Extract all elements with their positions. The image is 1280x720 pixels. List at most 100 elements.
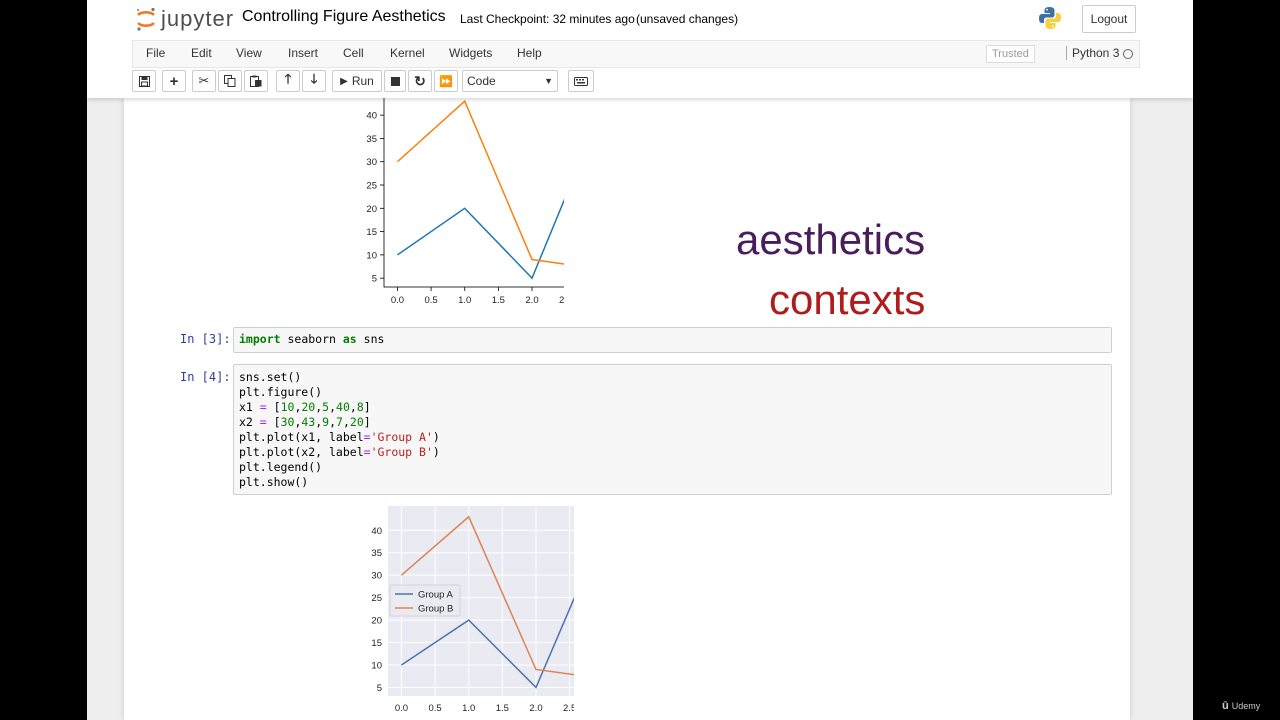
output-plot-seaborn: 510152025303540 0.00.51.01.52.02.53.03.5… (371, 506, 574, 714)
y-tick-label: 40 (366, 111, 377, 122)
code-line: plt.legend() (239, 460, 323, 474)
code-cell-input[interactable]: sns.set() plt.figure() x1 = [10,20,5,40,… (233, 364, 1112, 495)
python-logo-icon (1039, 7, 1061, 29)
restart-icon: ↻ (414, 72, 426, 89)
y-tick-label: 40 (371, 526, 382, 537)
kernel-idle-icon (1123, 49, 1133, 59)
chevron-down-icon: ▼ (544, 76, 553, 86)
cell-type-select[interactable]: Code ▼ (462, 70, 558, 92)
notebook-container: 510152025303540 0.00.51.01.52.02.53.03.5… (124, 98, 1130, 720)
y-tick-label: 30 (371, 571, 382, 582)
code-line: plt.plot(x2, label='Group B') (239, 445, 440, 459)
jupyter-logo[interactable]: jupyter (135, 5, 234, 33)
menu-file[interactable]: File (146, 46, 165, 60)
x-tick-label: 2.5 (559, 295, 564, 306)
legend-label: Group B (418, 604, 453, 615)
copy-icon (224, 75, 236, 87)
menu-edit[interactable]: Edit (191, 46, 212, 60)
code-line: x1 = [10,20,5,40,8] (239, 400, 371, 414)
y-tick-label: 30 (366, 157, 377, 168)
command-palette-button[interactable] (568, 70, 594, 92)
x-ticks: 0.00.51.01.52.02.53.03.54.0 (395, 703, 574, 714)
x-tick-label: 1.5 (492, 295, 505, 306)
udemy-watermark: ū Udemy (1222, 700, 1260, 712)
logout-button[interactable]: Logout (1082, 5, 1136, 33)
udemy-label: Udemy (1231, 701, 1261, 711)
y-ticks: 5 10 15 20 25 30 35 40 (366, 111, 384, 285)
menu-insert[interactable]: Insert (288, 46, 318, 60)
udemy-logo-icon: ū (1222, 700, 1229, 712)
kw-as: as (342, 332, 357, 346)
autosave-status: (unsaved changes) (636, 12, 739, 26)
arrow-up-icon: 🡑 (284, 71, 292, 86)
legend: Group A Group B (389, 584, 461, 617)
run-button[interactable]: ▶ Run (332, 70, 382, 92)
slide-word-aesthetics: aesthetics (736, 216, 926, 263)
move-down-button[interactable]: 🡓 (302, 70, 326, 92)
axes-frame (383, 98, 564, 288)
save-button[interactable] (132, 70, 156, 92)
output-plot-classic: 510152025303540 0.00.51.01.52.02.53.03.5… (366, 98, 564, 306)
x-ticks: 0.00.51.01.52.02.53.03.54.0 (391, 287, 564, 306)
slide-word-contexts: contexts (769, 276, 926, 323)
cell-type-value: Code (467, 74, 496, 88)
x-tick-label: 2.5 (563, 703, 574, 714)
cell-prompt: In [3]: (180, 332, 231, 346)
menu-kernel[interactable]: Kernel (390, 46, 425, 60)
code-line: sns.set() (239, 370, 302, 384)
legend-label: Group A (418, 590, 454, 601)
y-tick-label: 25 (371, 593, 382, 604)
y-tick-label: 15 (366, 227, 377, 238)
paste-button[interactable] (244, 70, 268, 92)
y-tick-label: 35 (371, 548, 382, 559)
menu-view[interactable]: View (236, 46, 262, 60)
interrupt-button[interactable] (384, 70, 406, 92)
insert-cell-button[interactable]: + (162, 70, 186, 92)
cut-button[interactable]: ✂ (192, 70, 216, 92)
y-tick-label: 35 (366, 134, 377, 145)
code-line: import seaborn as sns (239, 332, 385, 346)
move-up-button[interactable]: 🡑 (276, 70, 300, 92)
save-icon (138, 75, 150, 87)
y-tick-label: 5 (377, 683, 382, 694)
notebook-title[interactable]: Controlling Figure Aesthetics (242, 8, 446, 26)
menu-widgets[interactable]: Widgets (449, 46, 492, 60)
keyboard-icon (574, 76, 588, 86)
y-tick-label: 10 (371, 661, 382, 672)
code-line: plt.figure() (239, 385, 323, 399)
series-line-group-b (396, 99, 564, 265)
code-line: x2 = [30,43,9,7,20] (239, 415, 371, 429)
menu-help[interactable]: Help (517, 46, 542, 60)
y-tick-label: 20 (371, 616, 382, 627)
plus-icon: + (169, 72, 179, 90)
scissors-icon: ✂ (198, 73, 210, 88)
run-label: Run (351, 74, 374, 88)
y-tick-label: 5 (372, 274, 377, 285)
code-line: plt.show() (239, 475, 309, 489)
trusted-badge[interactable]: Trusted (986, 45, 1035, 63)
x-tick-label: 0.0 (391, 295, 404, 306)
x-tick-label: 1.0 (462, 703, 475, 714)
cell-prompt: In [4]: (180, 370, 231, 384)
y-tick-label: 10 (366, 250, 377, 261)
y-tick-label: 25 (366, 181, 377, 192)
code-cell-input[interactable]: import seaborn as sns (233, 327, 1112, 353)
menubar: File Edit View Insert Cell Kernel Widget… (132, 40, 1140, 68)
checkpoint-status: Last Checkpoint: 32 minutes ago (460, 12, 635, 26)
arrow-down-icon: 🡓 (310, 71, 318, 86)
paste-icon (250, 75, 262, 87)
menu-cell[interactable]: Cell (343, 46, 364, 60)
x-tick-label: 2.0 (525, 295, 538, 306)
x-tick-label: 1.0 (458, 295, 471, 306)
x-tick-label: 1.5 (496, 703, 509, 714)
y-tick-label: 20 (366, 204, 377, 215)
jupyter-window: jupyter Controlling Figure Aesthetics La… (87, 0, 1193, 720)
kernel-name: Python 3 (1066, 46, 1119, 60)
fast-forward-icon: ⏩ (439, 75, 453, 88)
restart-button[interactable]: ↻ (408, 70, 432, 92)
jupyter-logo-icon (137, 7, 155, 31)
copy-button[interactable] (218, 70, 242, 92)
restart-run-all-button[interactable]: ⏩ (434, 70, 458, 92)
logo-text: jupyter (161, 6, 235, 31)
plot-lines (396, 99, 564, 280)
